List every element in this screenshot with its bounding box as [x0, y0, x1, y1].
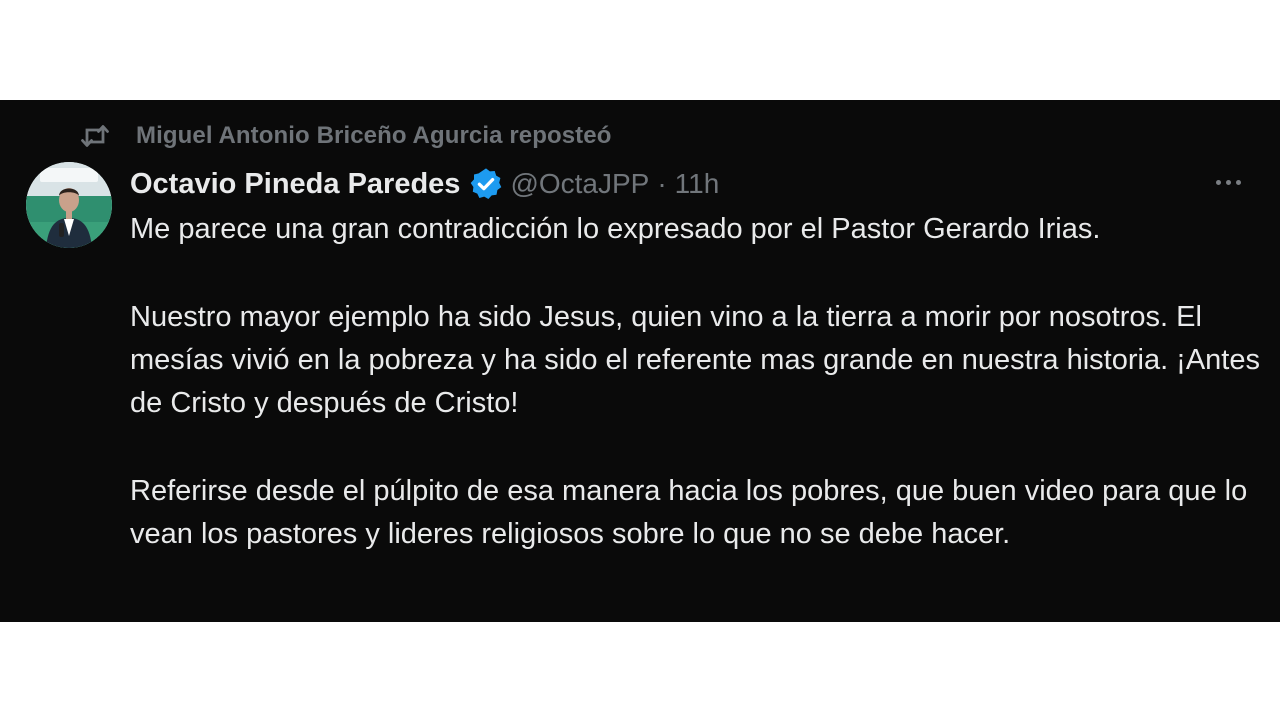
tweet-paragraph: Referirse desde el púlpito de esa manera…	[130, 475, 1248, 550]
more-options-icon	[1215, 179, 1221, 185]
more-options-icon	[1225, 179, 1231, 185]
timestamp[interactable]: 11h	[675, 168, 720, 200]
tweet-header: Octavio Pineda Paredes @OctaJPP · 11h	[130, 164, 719, 204]
avatar[interactable]	[26, 162, 112, 248]
separator-dot: ·	[657, 168, 667, 199]
repost-context: Miguel Antonio Briceño Agurcia reposteó	[80, 120, 612, 152]
author-name[interactable]: Octavio Pineda Paredes	[130, 168, 460, 201]
tweet-paragraph: Me parece una gran contradicción lo expr…	[130, 213, 1101, 245]
repost-icon	[81, 125, 109, 147]
repost-label[interactable]: Miguel Antonio Briceño Agurcia reposteó	[136, 122, 612, 150]
tweet-text: Me parece una gran contradicción lo expr…	[130, 208, 1260, 556]
tweet-paragraph: Nuestro mayor ejemplo ha sido Jesus, qui…	[130, 301, 1260, 419]
author-handle[interactable]: @OctaJPP	[510, 168, 649, 200]
more-options-icon	[1235, 179, 1241, 185]
verified-badge-icon	[471, 168, 502, 199]
more-options-button[interactable]	[1206, 168, 1250, 196]
avatar-image	[26, 162, 112, 248]
